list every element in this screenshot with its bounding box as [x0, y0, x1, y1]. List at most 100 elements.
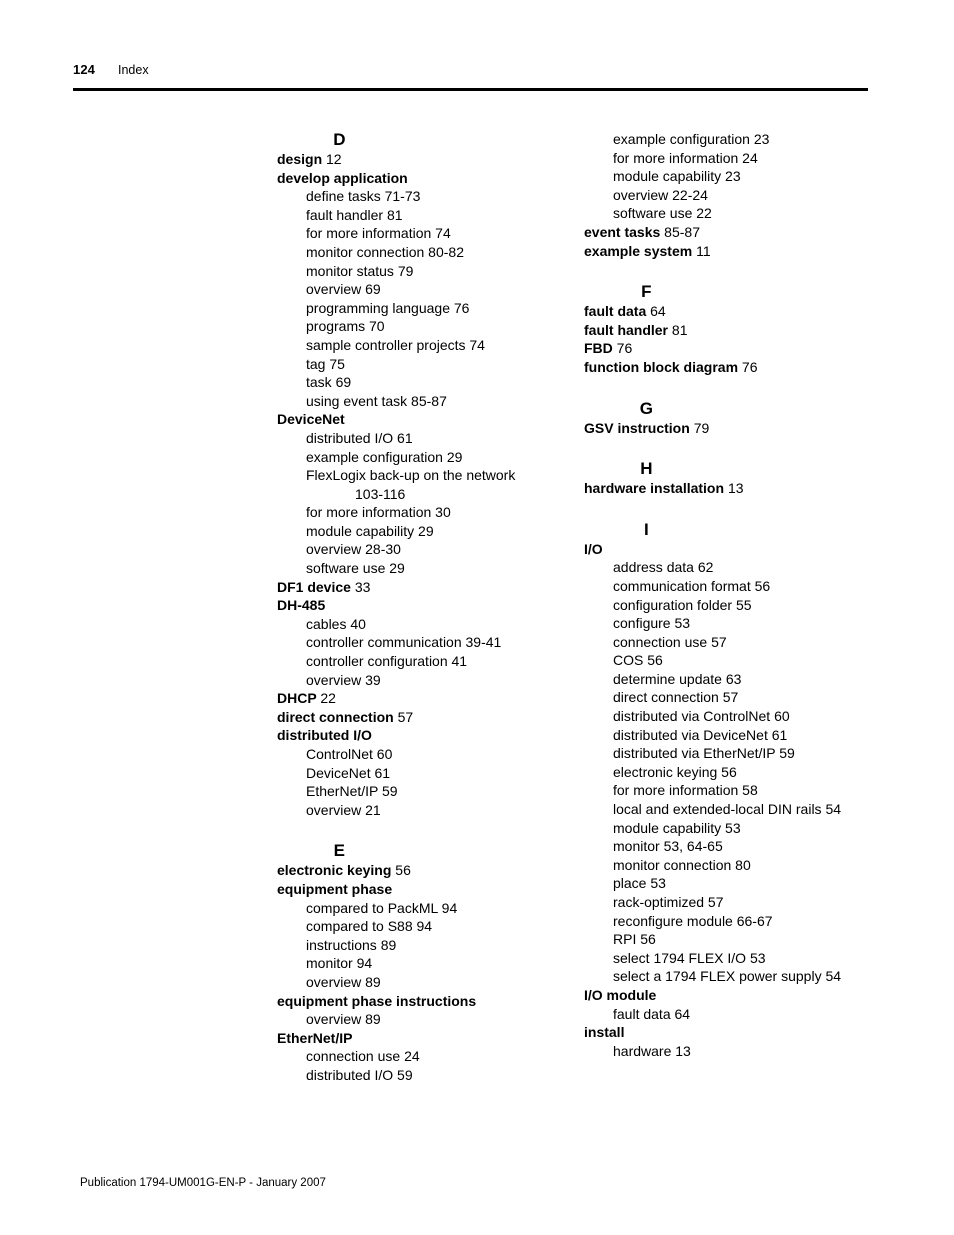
index-entry-main[interactable]: DF1 device 33 — [277, 578, 577, 597]
index-entry-sub[interactable]: place 53 — [584, 874, 884, 893]
index-entry-sub[interactable]: rack-optimized 57 — [584, 893, 884, 912]
index-entry-main[interactable]: EtherNet/IP — [277, 1029, 577, 1048]
index-entry-sub[interactable]: monitor 53, 64-65 — [584, 837, 884, 856]
index-entry-main[interactable]: FBD 76 — [584, 339, 884, 358]
index-entry-sub[interactable]: distributed I/O 61 — [277, 429, 577, 448]
index-entry-sub[interactable]: RPI 56 — [584, 930, 884, 949]
index-entry-pages: 57 — [397, 708, 414, 725]
index-entry-sub[interactable]: overview 89 — [277, 973, 577, 992]
index-entry-main[interactable]: DeviceNet — [277, 410, 577, 429]
index-entry-sub[interactable]: EtherNet/IP 59 — [277, 782, 577, 801]
index-entry-sub[interactable]: define tasks 71-73 — [277, 187, 577, 206]
index-entry-sub[interactable]: direct connection 57 — [584, 688, 884, 707]
index-entry-main[interactable]: equipment phase instructions — [277, 992, 577, 1011]
index-entry-sub[interactable]: connection use 57 — [584, 633, 884, 652]
index-entry-sub[interactable]: monitor status 79 — [277, 262, 577, 281]
index-entry-sub[interactable]: for more information 74 — [277, 224, 577, 243]
index-entry-sub[interactable]: fault handler 81 — [277, 206, 577, 225]
index-entry-sub[interactable]: monitor connection 80-82 — [277, 243, 577, 262]
index-entry-sub[interactable]: programming language 76 — [277, 299, 577, 318]
index-entry-sub[interactable]: overview 28-30 — [277, 540, 577, 559]
index-entry-sub[interactable]: module capability 23 — [584, 167, 884, 186]
index-entry-sub[interactable]: cables 40 — [277, 615, 577, 634]
index-entry-main[interactable]: design 12 — [277, 150, 577, 169]
index-entry-sub[interactable]: controller configuration 41 — [277, 652, 577, 671]
index-entry-sub-text: example configuration 29 — [306, 448, 463, 465]
index-entry-sub[interactable]: for more information 58 — [584, 781, 884, 800]
index-entry-main[interactable]: event tasks 85-87 — [584, 223, 884, 242]
index-entry-sub[interactable]: overview 22-24 — [584, 186, 884, 205]
index-entry-sub[interactable]: electronic keying 56 — [584, 763, 884, 782]
index-entry-main[interactable]: equipment phase — [277, 880, 577, 899]
index-entry-sub[interactable]: configuration folder 55 — [584, 596, 884, 615]
index-entry-sub-text: tag 75 — [306, 355, 345, 372]
index-entry-sub[interactable]: controller communication 39-41 — [277, 633, 577, 652]
index-entry-sub[interactable]: sample controller projects 74 — [277, 336, 577, 355]
index-entry-sub[interactable]: COS 56 — [584, 651, 884, 670]
index-entry-sub[interactable]: programs 70 — [277, 317, 577, 336]
index-entry-sub[interactable]: distributed I/O 59 — [277, 1066, 577, 1085]
index-entry-main[interactable]: install — [584, 1023, 884, 1042]
index-entry-main[interactable]: I/O module — [584, 986, 884, 1005]
index-entry-main[interactable]: GSV instruction 79 — [584, 419, 884, 438]
index-entry-sub[interactable]: distributed via ControlNet 60 — [584, 707, 884, 726]
index-entry-main[interactable]: hardware installation 13 — [584, 479, 884, 498]
index-entry-term: DH-485 — [277, 597, 326, 614]
index-entry-sub-text: software use 29 — [306, 560, 405, 577]
page-header: 124 Index — [73, 62, 868, 77]
index-entry-sub-text: using event task 85-87 — [306, 392, 447, 409]
index-entry-sub[interactable]: monitor connection 80 — [584, 856, 884, 875]
index-entry-sub[interactable]: example configuration 29 — [277, 448, 577, 467]
index-entry-main[interactable]: fault handler 81 — [584, 321, 884, 340]
index-entry-sub[interactable]: reconfigure module 66-67 — [584, 912, 884, 931]
index-entry-sub[interactable]: module capability 53 — [584, 819, 884, 838]
index-entry-sub[interactable]: overview 69 — [277, 280, 577, 299]
index-entry-sub[interactable]: software use 22 — [584, 204, 884, 223]
index-entry-main[interactable]: DH-485 — [277, 596, 577, 615]
index-entry-sub[interactable]: for more information 24 — [584, 149, 884, 168]
index-entry-sub[interactable]: address data 62 — [584, 558, 884, 577]
index-entry-sub[interactable]: DeviceNet 61 — [277, 764, 577, 783]
index-entry-sub[interactable]: monitor 94 — [277, 954, 577, 973]
index-entry-sub[interactable]: FlexLogix back-up on the network 103-116 — [277, 466, 577, 503]
index-entry-sub[interactable]: communication format 56 — [584, 577, 884, 596]
index-entry-main[interactable]: electronic keying 56 — [277, 861, 577, 880]
index-entry-term: DF1 device — [277, 578, 351, 595]
index-entry-main[interactable]: direct connection 57 — [277, 708, 577, 727]
index-entry-sub[interactable]: overview 21 — [277, 801, 577, 820]
index-entry-sub[interactable]: overview 89 — [277, 1010, 577, 1029]
index-entry-sub[interactable]: determine update 63 — [584, 670, 884, 689]
index-entry-sub[interactable]: task 69 — [277, 373, 577, 392]
index-entry-sub[interactable]: distributed via EtherNet/IP 59 — [584, 744, 884, 763]
index-entry-sub[interactable]: example configuration 23 — [584, 130, 884, 149]
index-entry-sub[interactable]: local and extended-local DIN rails 54 — [584, 800, 884, 819]
index-entry-sub[interactable]: fault data 64 — [584, 1005, 884, 1024]
index-entry-pages: 12 — [326, 151, 342, 167]
index-entry-sub[interactable]: distributed via DeviceNet 61 — [584, 726, 884, 745]
index-entry-sub[interactable]: instructions 89 — [277, 936, 577, 955]
index-entry-sub[interactable]: select a 1794 FLEX power supply 54 — [584, 967, 884, 986]
index-entry-sub[interactable]: overview 39 — [277, 671, 577, 690]
index-entry-main[interactable]: example system 11 — [584, 242, 884, 261]
index-entry-sub[interactable]: compared to S88 94 — [277, 917, 577, 936]
index-entry-main[interactable]: I/O — [584, 540, 884, 559]
index-entry-term: equipment phase — [277, 880, 393, 897]
index-entry-sub[interactable]: ControlNet 60 — [277, 745, 577, 764]
index-entry-sub[interactable]: using event task 85-87 — [277, 392, 577, 411]
index-entry-sub[interactable]: configure 53 — [584, 614, 884, 633]
index-entry-main[interactable]: distributed I/O — [277, 726, 577, 745]
index-entry-main[interactable]: DHCP 22 — [277, 689, 577, 708]
index-entry-sub[interactable]: software use 29 — [277, 559, 577, 578]
index-entry-sub[interactable]: compared to PackML 94 — [277, 899, 577, 918]
index-entry-sub-text: electronic keying 56 — [613, 763, 737, 780]
index-entry-sub[interactable]: select 1794 FLEX I/O 53 — [584, 949, 884, 968]
index-entry-sub[interactable]: hardware 13 — [584, 1042, 884, 1061]
index-entry-main[interactable]: function block diagram 76 — [584, 358, 884, 377]
index-entry-sub[interactable]: for more information 30 — [277, 503, 577, 522]
index-entry-main[interactable]: develop application — [277, 169, 577, 188]
index-entry-pages: 76 — [741, 358, 758, 375]
index-entry-sub[interactable]: tag 75 — [277, 355, 577, 374]
index-entry-sub[interactable]: connection use 24 — [277, 1047, 577, 1066]
index-entry-main[interactable]: fault data 64 — [584, 302, 884, 321]
index-entry-sub[interactable]: module capability 29 — [277, 522, 577, 541]
